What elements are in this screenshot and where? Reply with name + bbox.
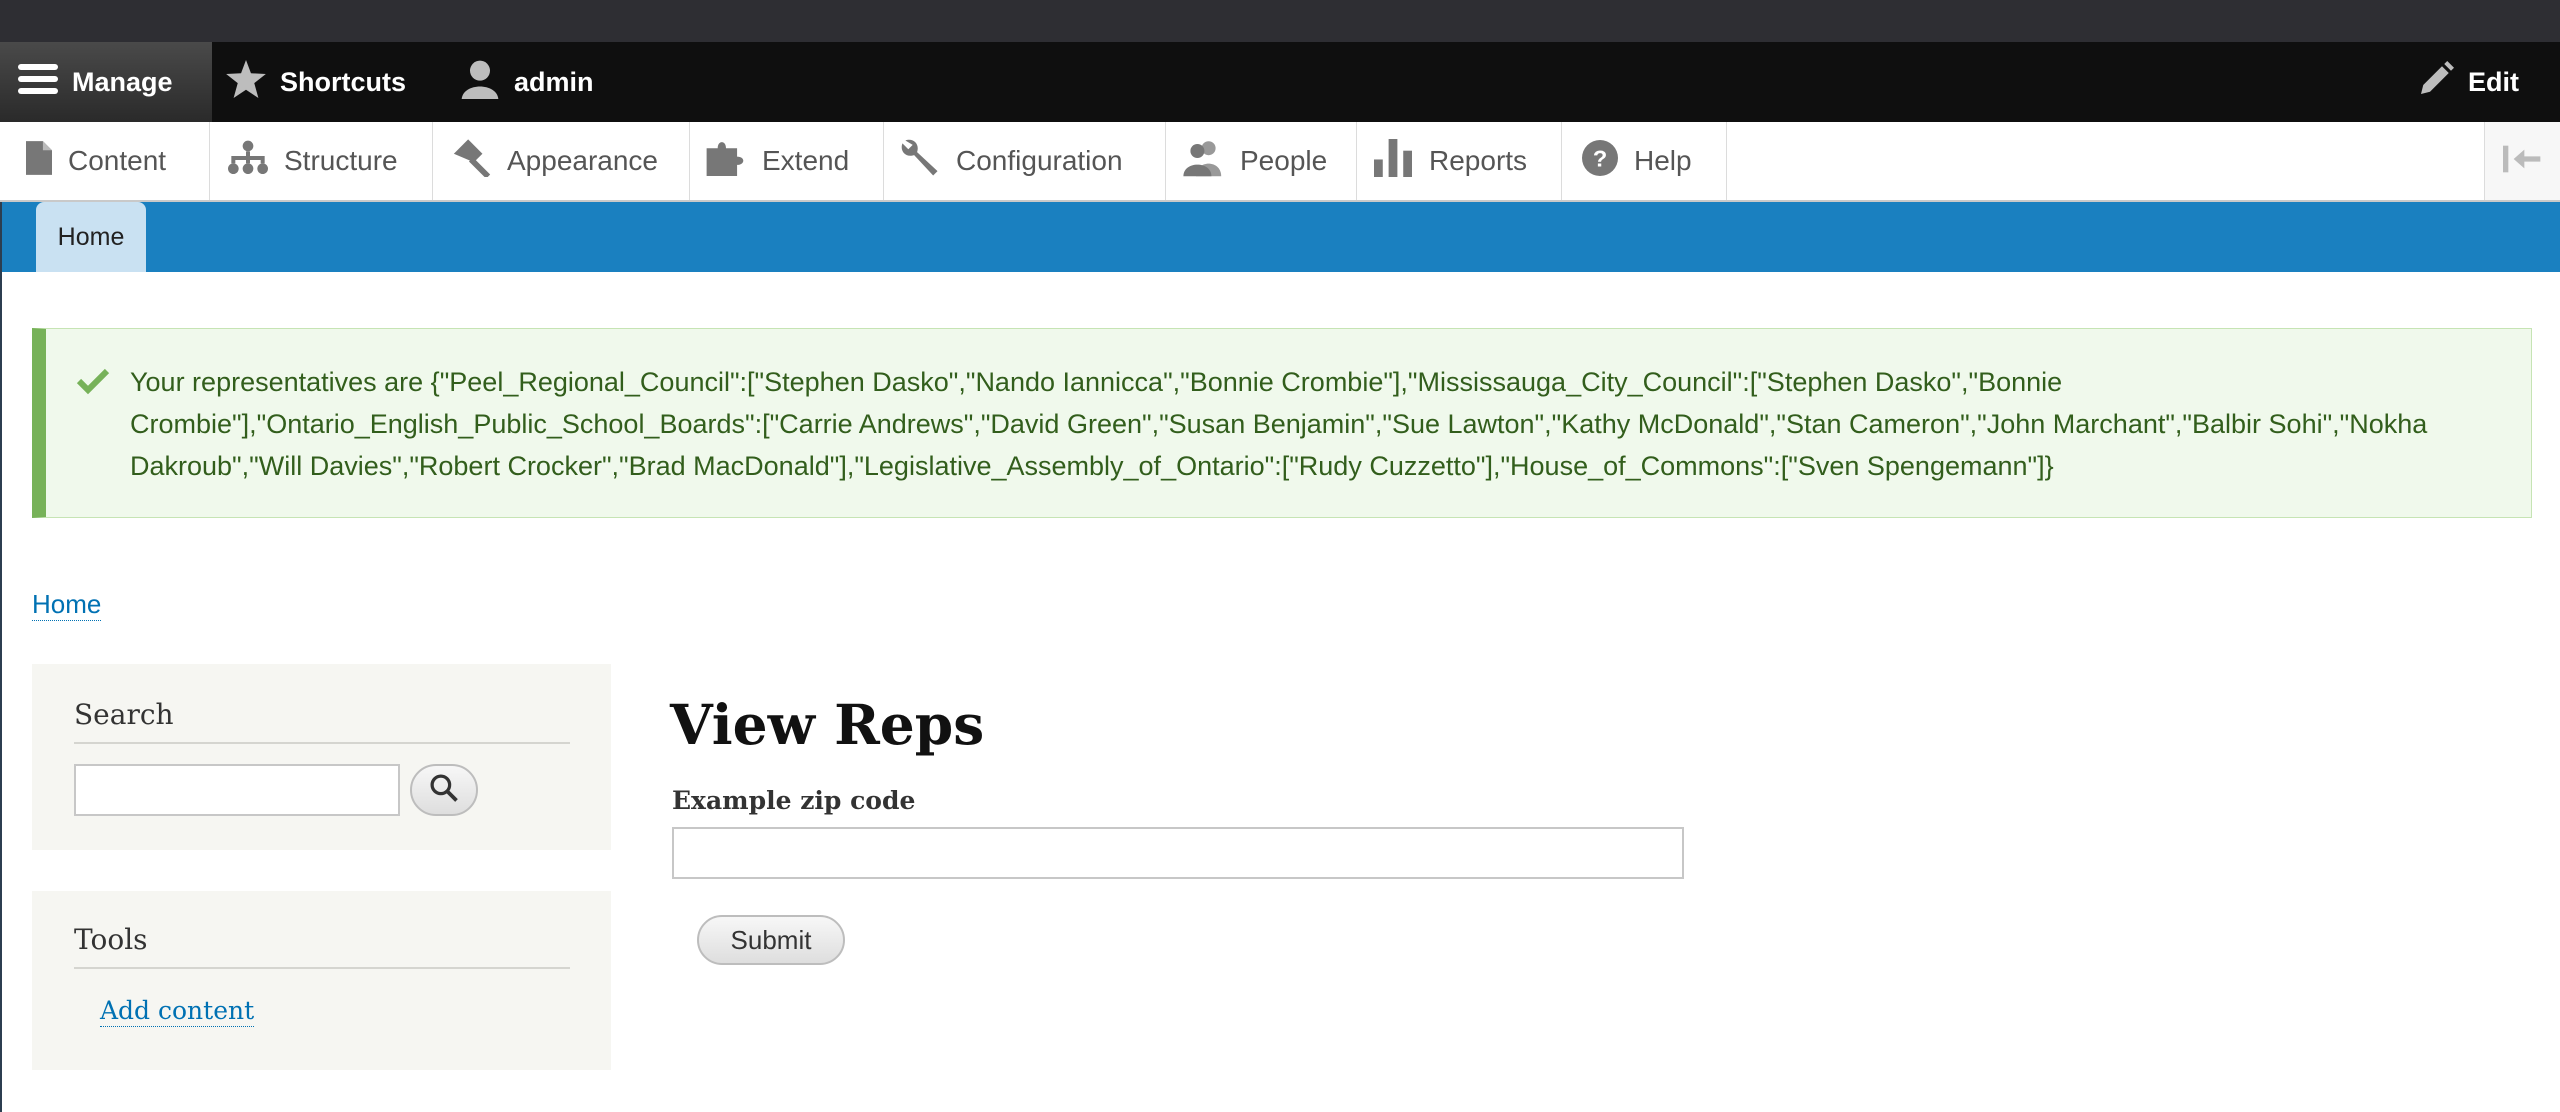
submit-button[interactable]: Submit [697, 915, 845, 965]
status-message: Your representatives are {"Peel_Regional… [32, 328, 2532, 518]
tray-item-label: Help [1634, 145, 1692, 176]
pencil-icon [2418, 60, 2468, 104]
tools-block: Tools Add content [32, 891, 611, 1070]
page-title: View Reps [670, 692, 985, 757]
people-icon [1182, 139, 1240, 184]
block-divider [74, 742, 570, 744]
user-icon [460, 59, 514, 106]
collapse-arrow-icon [2502, 145, 2543, 178]
star-icon [226, 59, 280, 105]
paint-roller-icon [451, 138, 507, 184]
page-left-edge [0, 202, 2, 1112]
breadcrumb-home-link[interactable]: Home [32, 588, 102, 621]
user-menu-button[interactable]: admin [460, 42, 594, 122]
user-label: admin [514, 66, 594, 97]
tray-item-extend[interactable]: Extend [690, 122, 884, 200]
search-button[interactable] [410, 764, 478, 816]
search-block-title: Search [74, 698, 174, 731]
tray-item-label: Configuration [956, 145, 1123, 176]
toolbar-tray: Content Structure Appearance Extend Conf… [0, 122, 2560, 202]
manage-label: Manage [72, 66, 173, 97]
admin-toolbar: Manage Shortcuts admin Edit [0, 42, 2560, 122]
file-icon [26, 140, 68, 182]
hamburger-icon [18, 62, 72, 103]
block-divider [74, 967, 570, 969]
shortcuts-button[interactable]: Shortcuts [226, 42, 406, 122]
checkmark-icon [76, 367, 110, 400]
tray-item-content[interactable]: Content [0, 122, 210, 200]
shortcuts-label: Shortcuts [280, 66, 407, 97]
search-icon [429, 773, 459, 808]
edit-button[interactable]: Edit [2418, 42, 2519, 122]
sitemap-icon [228, 140, 284, 183]
help-icon: ? [1582, 139, 1634, 183]
tray-item-people[interactable]: People [1166, 122, 1357, 200]
tray-item-label: Appearance [507, 145, 659, 176]
tray-item-structure[interactable]: Structure [210, 122, 433, 200]
tray-item-label: People [1240, 145, 1328, 176]
collapse-tray-button[interactable] [2484, 122, 2560, 200]
tray-item-reports[interactable]: Reports [1357, 122, 1562, 200]
puzzle-icon [706, 140, 762, 183]
tools-block-title: Tools [74, 923, 148, 956]
tray-item-help[interactable]: ? Help [1562, 122, 1727, 200]
zip-code-label: Example zip code [672, 786, 916, 815]
window-top-strip [0, 0, 2560, 42]
tray-item-label: Reports [1429, 145, 1528, 176]
tray-item-appearance[interactable]: Appearance [433, 122, 690, 200]
search-block: Search [32, 664, 611, 850]
wrench-icon [900, 139, 956, 184]
edit-label: Edit [2468, 66, 2519, 97]
svg-text:?: ? [1593, 145, 1607, 171]
submit-label: Submit [730, 924, 812, 955]
site-header [0, 202, 2560, 272]
search-input[interactable] [74, 764, 400, 816]
tray-item-label: Content [68, 145, 167, 176]
home-tab-label: Home [57, 222, 125, 251]
tray-item-configuration[interactable]: Configuration [884, 122, 1166, 200]
header-home-tab[interactable]: Home [36, 202, 146, 272]
tray-item-label: Structure [284, 145, 398, 176]
add-content-link[interactable]: Add content [100, 996, 255, 1027]
manage-button[interactable]: Manage [0, 42, 212, 122]
status-message-text: Your representatives are {"Peel_Regional… [130, 367, 2428, 481]
tray-item-label: Extend [762, 145, 850, 176]
zip-code-input[interactable] [672, 827, 1684, 879]
bar-chart-icon [1373, 138, 1429, 184]
